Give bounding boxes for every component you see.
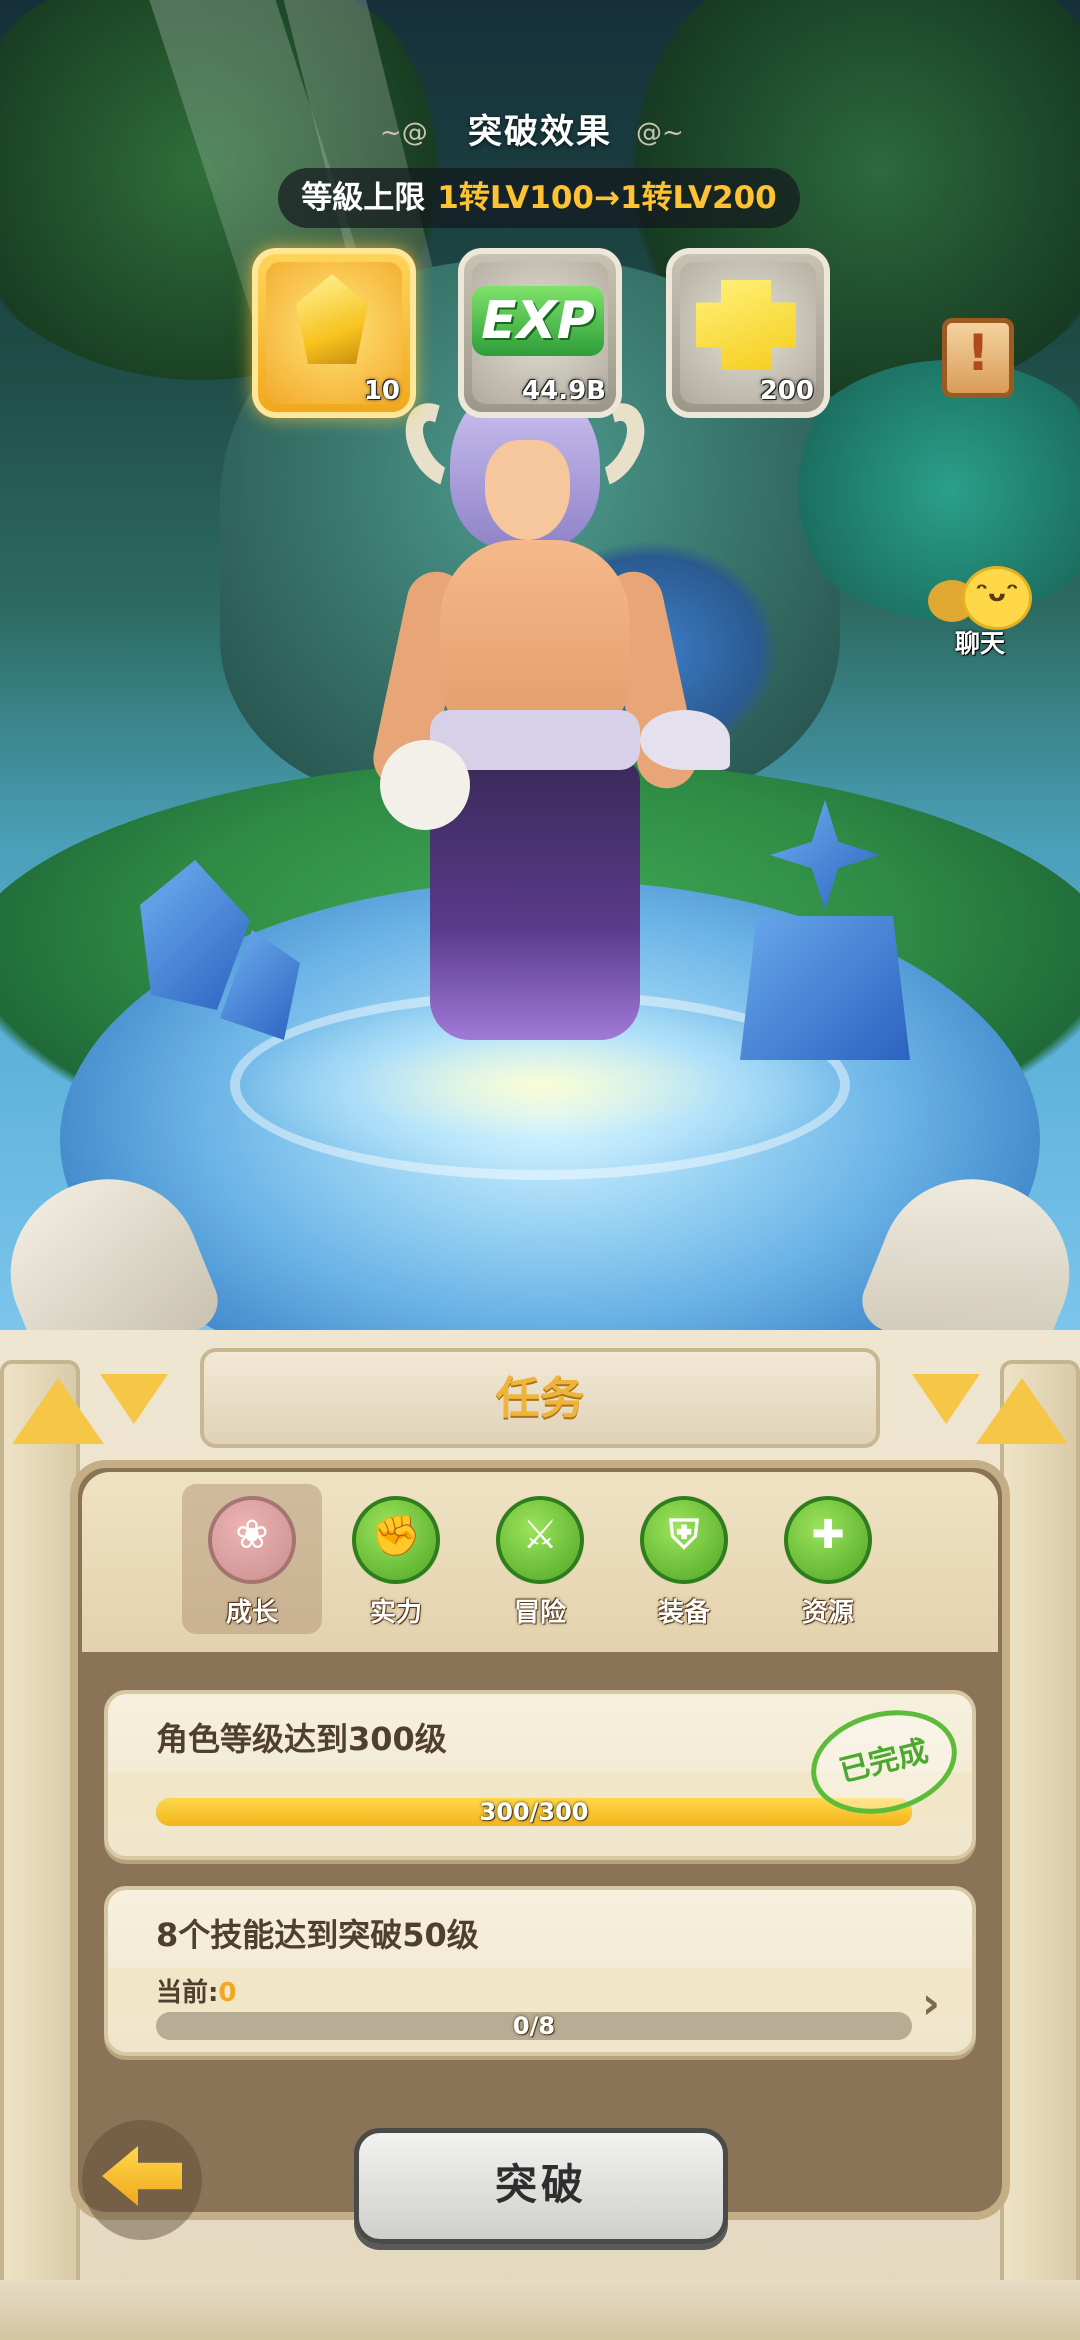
player-character xyxy=(360,380,760,1080)
task-progress-bar: 300/300 xyxy=(156,1798,912,1826)
growth-glyph: ❀ xyxy=(235,1512,269,1558)
tab-growth[interactable]: ❀ 成长 xyxy=(182,1484,322,1634)
chevron-right-icon[interactable]: › xyxy=(922,1978,940,2029)
triangle-up-icon xyxy=(12,1378,104,1444)
tab-resource[interactable]: ✚ 资源 xyxy=(758,1484,898,1634)
level-cap-banner: 等級上限 1转LV100→1转LV200 xyxy=(278,168,800,228)
claw-weapon xyxy=(640,710,730,770)
smile-icon: ᵔᴗᵔ xyxy=(975,578,1019,608)
task-progress-bar: 0/8 xyxy=(156,2012,912,2040)
tab-label: 资源 xyxy=(801,1598,854,1628)
tab-label: 实力 xyxy=(369,1598,422,1628)
task-card-stripe xyxy=(108,1968,972,2018)
exp-icon: EXP xyxy=(472,286,604,356)
triangle-down-icon xyxy=(912,1374,980,1424)
breakthrough-effect-title: 突破效果 xyxy=(468,112,612,152)
adventure-glyph: ⚔ xyxy=(522,1512,558,1558)
task-current-label: 当前: xyxy=(156,1978,219,2008)
level-cap-label: 等級上限 xyxy=(301,180,426,216)
task-progress-text: 0/8 xyxy=(512,2012,556,2040)
triangle-down-icon xyxy=(100,1374,168,1424)
panel-footer xyxy=(0,2280,1080,2340)
tab-label: 冒险 xyxy=(513,1598,566,1628)
reward-slot-exp[interactable]: EXP 44.9B xyxy=(458,248,622,418)
task-title: 角色等级达到300级 xyxy=(156,1720,447,1758)
chat-label: 聊天 xyxy=(954,629,1005,658)
chat-button[interactable]: ᵔᴗᵔ 聊天 xyxy=(920,560,1040,670)
task-progress-text: 300/300 xyxy=(479,1798,589,1826)
breakthrough-button[interactable]: 突破 xyxy=(354,2128,728,2244)
title-ornament-right: @~ xyxy=(636,118,684,148)
task-title: 8个技能达到突破50级 xyxy=(156,1916,479,1954)
skull-weapon xyxy=(380,740,470,830)
equipment-glyph: ⛨ xyxy=(669,1512,699,1558)
reward-quantity: 200 xyxy=(759,376,814,406)
panel-pillar-left xyxy=(0,1360,80,2340)
quest-scroll-button[interactable]: ! xyxy=(932,310,1024,406)
triangle-up-icon xyxy=(976,1378,1068,1444)
task-card-skills[interactable]: 8个技能达到突破50级 当前:0 0/8 › xyxy=(104,1886,976,2056)
reward-quantity: 44.9B xyxy=(522,376,606,406)
reward-slot-crystal[interactable]: 10 xyxy=(252,248,416,418)
task-card-level[interactable]: 角色等级达到300级 300/300 已完成 xyxy=(104,1690,976,1860)
tab-label: 装备 xyxy=(657,1598,710,1628)
bone-glyph: ✚ xyxy=(811,1512,845,1558)
task-current-value: 0 xyxy=(218,1978,237,2008)
tab-label: 成长 xyxy=(225,1598,278,1628)
task-current: 当前:0 xyxy=(156,1972,237,2009)
level-cap-value: 1转LV100→1转LV200 xyxy=(437,180,777,216)
strength-glyph: ✊ xyxy=(371,1513,421,1559)
panel-pillar-right xyxy=(1000,1360,1080,2340)
tab-strength[interactable]: ✊ 实力 xyxy=(326,1484,466,1634)
tab-equipment[interactable]: ⛨ 装备 xyxy=(614,1484,754,1634)
back-button[interactable] xyxy=(82,2120,202,2240)
reward-slot-gold-bar[interactable]: 200 xyxy=(666,248,830,418)
exclamation-icon: ! xyxy=(966,324,990,382)
back-arrow-icon xyxy=(102,2146,182,2206)
reward-quantity: 10 xyxy=(363,376,400,406)
tab-adventure[interactable]: ⚔ 冒险 xyxy=(470,1484,610,1634)
character-face xyxy=(485,440,570,540)
